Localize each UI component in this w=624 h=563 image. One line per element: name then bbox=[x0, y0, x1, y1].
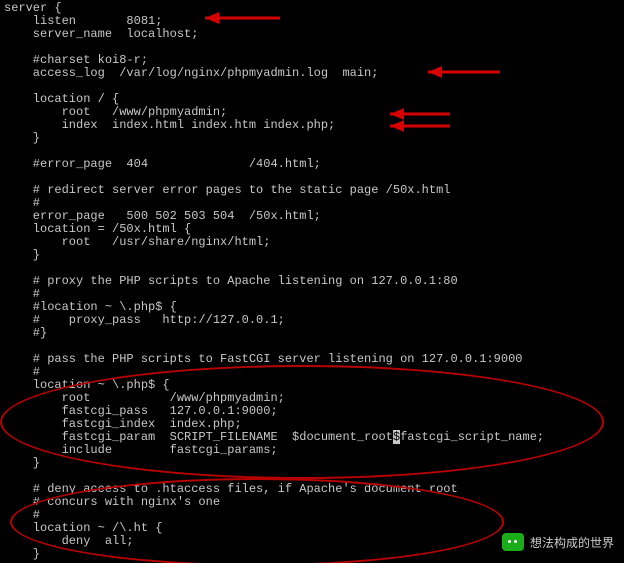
code-line: # pass the PHP scripts to FastCGI server… bbox=[4, 353, 624, 366]
code-line: #error_page 404 /404.html; bbox=[4, 158, 624, 171]
code-line: #} bbox=[4, 327, 624, 340]
watermark-label: 想法构成的世界 bbox=[530, 534, 614, 551]
code-line: access_log /var/log/nginx/phpmyadmin.log… bbox=[4, 67, 624, 80]
code-line: root /usr/share/nginx/html; bbox=[4, 236, 624, 249]
code-line: } bbox=[4, 132, 624, 145]
code-line: } bbox=[4, 249, 624, 262]
code-line: } bbox=[4, 457, 624, 470]
code-line: include fastcgi_params; bbox=[4, 444, 624, 457]
code-line: # proxy the PHP scripts to Apache listen… bbox=[4, 275, 624, 288]
code-line: server_name localhost; bbox=[4, 28, 624, 41]
watermark: 想法构成的世界 bbox=[502, 533, 614, 551]
code-line: # redirect server error pages to the sta… bbox=[4, 184, 624, 197]
wechat-icon bbox=[502, 533, 524, 551]
code-line: index index.html index.htm index.php; bbox=[4, 119, 624, 132]
nginx-config-code: server { listen 8081; server_name localh… bbox=[0, 0, 624, 561]
code-line: # proxy_pass http://127.0.0.1; bbox=[4, 314, 624, 327]
code-line: # concurs with nginx's one bbox=[4, 496, 624, 509]
